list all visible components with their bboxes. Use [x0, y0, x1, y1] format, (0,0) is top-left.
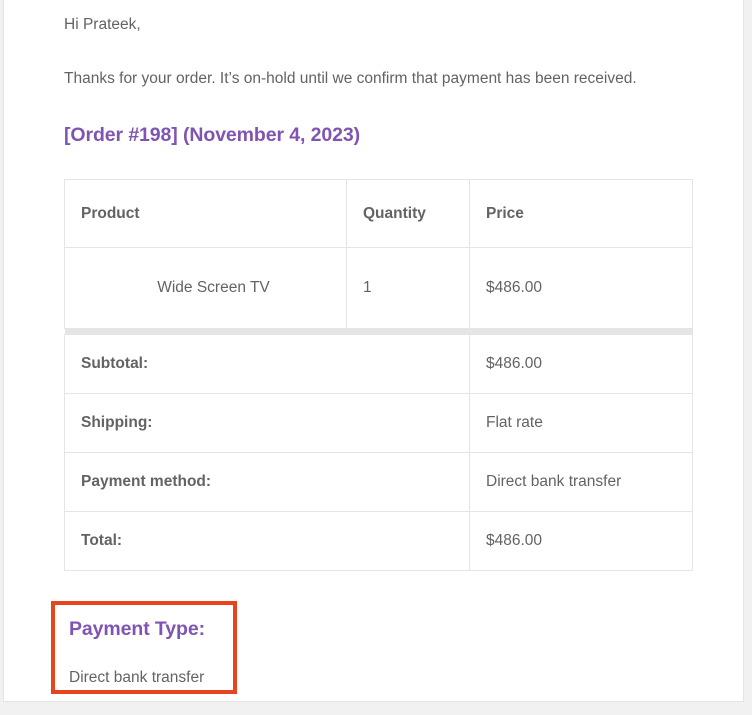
column-header-price: Price — [469, 179, 693, 248]
footer-label-total: Total: — [64, 511, 470, 571]
order-table-head: Product Quantity Price — [64, 179, 693, 248]
payment-type-highlight-box: Payment Type: Direct bank transfer — [51, 601, 237, 694]
greeting-text: Hi Prateek, — [64, 16, 141, 33]
payment-type-title: Payment Type: — [69, 618, 205, 640]
footer-row-subtotal: Subtotal: $486.00 — [64, 334, 693, 394]
email-body: Hi Prateek, Thanks for your order. It’s … — [4, 0, 743, 571]
payment-type-value: Direct bank transfer — [69, 669, 205, 686]
footer-row-payment-method: Payment method: Direct bank transfer — [64, 452, 693, 512]
footer-label-payment-method: Payment method: — [64, 452, 470, 512]
order-details-table: Product Quantity Price Wide Screen TV 1 … — [64, 179, 693, 571]
email-container: Hi Prateek, Thanks for your order. It’s … — [3, 0, 744, 702]
intro-text: Thanks for your order. It’s on-hold unti… — [64, 70, 637, 87]
column-header-product: Product — [64, 179, 347, 248]
column-header-quantity: Quantity — [346, 179, 470, 248]
table-header-row: Product Quantity Price — [64, 179, 693, 248]
cell-product-price: $486.00 — [469, 247, 693, 329]
cell-product-name: Wide Screen TV — [64, 247, 347, 329]
footer-value-payment-method: Direct bank transfer — [469, 452, 693, 512]
footer-value-subtotal: $486.00 — [469, 334, 693, 394]
footer-value-total: $486.00 — [469, 511, 693, 571]
footer-row-total: Total: $486.00 — [64, 511, 693, 571]
order-table-body: Wide Screen TV 1 $486.00 — [64, 247, 693, 335]
order-heading: [Order #198] (November 4, 2023) — [64, 124, 361, 146]
cell-product-quantity: 1 — [346, 247, 470, 329]
table-row: Wide Screen TV 1 $486.00 — [64, 247, 693, 329]
order-table-foot: Subtotal: $486.00 Shipping: Flat rate Pa… — [64, 334, 693, 571]
footer-value-shipping: Flat rate — [469, 393, 693, 453]
footer-label-subtotal: Subtotal: — [64, 334, 470, 394]
footer-label-shipping: Shipping: — [64, 393, 470, 453]
footer-row-shipping: Shipping: Flat rate — [64, 393, 693, 453]
